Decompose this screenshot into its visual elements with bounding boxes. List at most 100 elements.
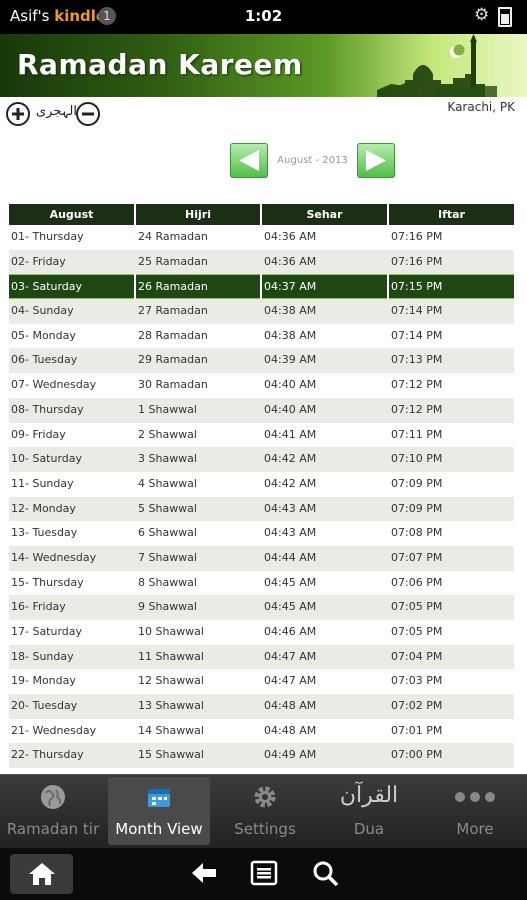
cell-date: 21- Wednesday: [11, 723, 97, 737]
cell-hijri: 7 Shawwal: [138, 550, 197, 564]
table-row[interactable]: 19- Monday 12 Shawwal 04:47 AM 07:03 PM: [9, 669, 514, 695]
cell-iftar: 07:06 PM: [391, 575, 443, 589]
cell-hijri: 14 Shawwal: [138, 723, 204, 737]
table-row[interactable]: 15- Thursday 8 Shawwal 04:45 AM 07:06 PM: [9, 570, 514, 596]
table-row[interactable]: 09- Friday 2 Shawwal 04:41 AM 07:11 PM: [9, 422, 514, 448]
tab-dua[interactable]: القرآن Dua: [318, 777, 420, 845]
status-bar: Asif's kindle 1 1:02 ⚙: [0, 0, 527, 34]
quick-settings-icon[interactable]: ⚙: [474, 5, 489, 25]
cell-hijri: 11 Shawwal: [138, 649, 204, 663]
cell-iftar: 07:14 PM: [391, 304, 443, 318]
cell-hijri: 4 Shawwal: [138, 476, 197, 490]
table-row[interactable]: 01- Thursday 24 Ramadan 04:36 AM 07:16 PM: [9, 225, 514, 250]
cell-hijri: 9 Shawwal: [138, 600, 197, 614]
tab-more[interactable]: More: [424, 777, 526, 845]
cell-iftar: 07:05 PM: [391, 600, 443, 614]
cell-iftar: 07:01 PM: [391, 723, 443, 737]
cell-iftar: 07:00 PM: [391, 748, 443, 762]
table-row[interactable]: 03- Saturday 26 Ramadan 04:37 AM 07:15 PM: [9, 274, 514, 300]
cell-sehar: 04:45 AM: [264, 600, 317, 614]
mosque-silhouette-icon: [377, 34, 497, 97]
cell-date: 22- Thursday: [11, 748, 84, 762]
table-row[interactable]: 05- Monday 28 Ramadan 04:38 AM 07:14 PM: [9, 323, 514, 349]
cell-iftar: 07:05 PM: [391, 625, 443, 638]
cell-iftar: 07:04 PM: [391, 649, 443, 663]
cell-hijri: 13 Shawwal: [138, 699, 204, 713]
cell-iftar: 07:16 PM: [391, 254, 443, 268]
tab-label: More: [456, 820, 494, 838]
zoom-in-icon[interactable]: [5, 101, 31, 127]
cell-hijri: 6 Shawwal: [138, 526, 197, 540]
next-month-button[interactable]: [357, 143, 395, 178]
back-arrow-icon[interactable]: [190, 860, 218, 886]
tab-month-view[interactable]: Month View: [108, 777, 210, 845]
current-month-label: August - 2013: [277, 155, 348, 166]
cell-sehar: 04:36 AM: [264, 254, 317, 268]
table-row[interactable]: 06- Tuesday 29 Ramadan 04:39 AM 07:13 PM: [9, 348, 514, 374]
zoom-out-icon[interactable]: [75, 101, 101, 127]
table-row[interactable]: 08- Thursday 1 Shawwal 04:40 AM 07:12 PM: [9, 397, 514, 423]
tab-settings[interactable]: Settings: [214, 777, 316, 845]
cell-hijri: 5 Shawwal: [138, 501, 197, 515]
cell-hijri: 12 Shawwal: [138, 674, 204, 688]
cell-sehar: 04:40 AM: [264, 378, 317, 392]
cell-sehar: 04:46 AM: [264, 625, 317, 638]
table-row[interactable]: 21- Wednesday 14 Shawwal 04:48 AM 07:01 PM: [9, 718, 514, 744]
table-row[interactable]: 04- Sunday 27 Ramadan 04:38 AM 07:14 PM: [9, 299, 514, 324]
cell-sehar: 04:42 AM: [264, 452, 317, 466]
battery-icon: [498, 7, 512, 27]
cell-date: 08- Thursday: [11, 402, 84, 416]
table-header: August Hijri Sehar Iftar: [9, 204, 514, 225]
cell-sehar: 04:44 AM: [264, 550, 317, 564]
cell-iftar: 07:12 PM: [391, 402, 443, 416]
globe-icon: [41, 785, 65, 809]
quran-icon: القرآن: [339, 783, 399, 808]
table-row[interactable]: 02- Friday 25 Ramadan 04:36 AM 07:16 PM: [9, 249, 514, 275]
cell-date: 07- Wednesday: [11, 378, 97, 392]
cell-hijri: 25 Ramadan: [138, 254, 208, 268]
cell-sehar: 04:39 AM: [264, 353, 317, 367]
tab-bar: Ramadan tir Month View Settings القرآن D…: [0, 774, 527, 849]
cell-date: 17- Saturday: [11, 625, 83, 638]
more-dots-icon: [455, 792, 495, 802]
table-row[interactable]: 20- Tuesday 13 Shawwal 04:48 AM 07:02 PM: [9, 694, 514, 719]
cell-date: 20- Tuesday: [11, 699, 78, 713]
status-clock: 1:02: [244, 7, 283, 25]
column-header-date: August: [9, 204, 134, 225]
app-header: Ramadan Kareem: [0, 34, 527, 97]
table-row[interactable]: 16- Friday 9 Shawwal 04:45 AM 07:05 PM: [9, 595, 514, 620]
table-row[interactable]: 07- Wednesday 30 Ramadan 04:40 AM 07:12 PM: [9, 373, 514, 398]
cell-date: 19- Monday: [11, 674, 76, 688]
home-icon: [29, 863, 55, 885]
cell-iftar: 07:08 PM: [391, 526, 443, 540]
cell-iftar: 07:07 PM: [391, 550, 443, 564]
table-row[interactable]: 12- Monday 5 Shawwal 04:43 AM 07:09 PM: [9, 496, 514, 522]
table-row[interactable]: 11- Sunday 4 Shawwal 04:42 AM 07:09 PM: [9, 471, 514, 497]
hijri-toggle[interactable]: الہجری: [36, 104, 77, 119]
menu-icon[interactable]: [250, 860, 278, 886]
tab-label: Month View: [115, 820, 203, 838]
search-icon[interactable]: [312, 860, 340, 886]
previous-month-button[interactable]: [230, 143, 268, 178]
calendar-icon: [148, 789, 170, 807]
cell-date: 11- Sunday: [11, 476, 74, 490]
cell-hijri: 27 Ramadan: [138, 304, 208, 318]
cell-iftar: 07:09 PM: [391, 501, 443, 515]
cell-sehar: 04:38 AM: [264, 304, 317, 318]
cell-hijri: 26 Ramadan: [136, 274, 260, 300]
home-button[interactable]: [10, 854, 73, 894]
table-row[interactable]: 17- Saturday 10 Shawwal 04:46 AM 07:05 PM: [9, 620, 514, 645]
table-row[interactable]: 22- Thursday 15 Shawwal 04:49 AM 07:00 PM: [9, 743, 514, 769]
cell-iftar: 07:09 PM: [391, 476, 443, 490]
cell-sehar: 04:38 AM: [264, 328, 317, 342]
cell-hijri: 24 Ramadan: [138, 230, 208, 243]
table-row[interactable]: 14- Wednesday 7 Shawwal 04:44 AM 07:07 PM: [9, 545, 514, 571]
tab-ramadan-timings[interactable]: Ramadan tir: [2, 777, 104, 845]
arrow-right-icon: [366, 150, 386, 171]
timetable: August Hijri Sehar Iftar 01- Thursday 24 …: [9, 204, 514, 769]
cell-sehar: 04:47 AM: [264, 674, 317, 688]
table-row[interactable]: 10- Saturday 3 Shawwal 04:42 AM 07:10 PM: [9, 447, 514, 472]
table-row[interactable]: 18- Sunday 11 Shawwal 04:47 AM 07:04 PM: [9, 644, 514, 670]
table-row[interactable]: 13- Tuesday 6 Shawwal 04:43 AM 07:08 PM: [9, 521, 514, 546]
cell-iftar: 07:14 PM: [391, 328, 443, 342]
